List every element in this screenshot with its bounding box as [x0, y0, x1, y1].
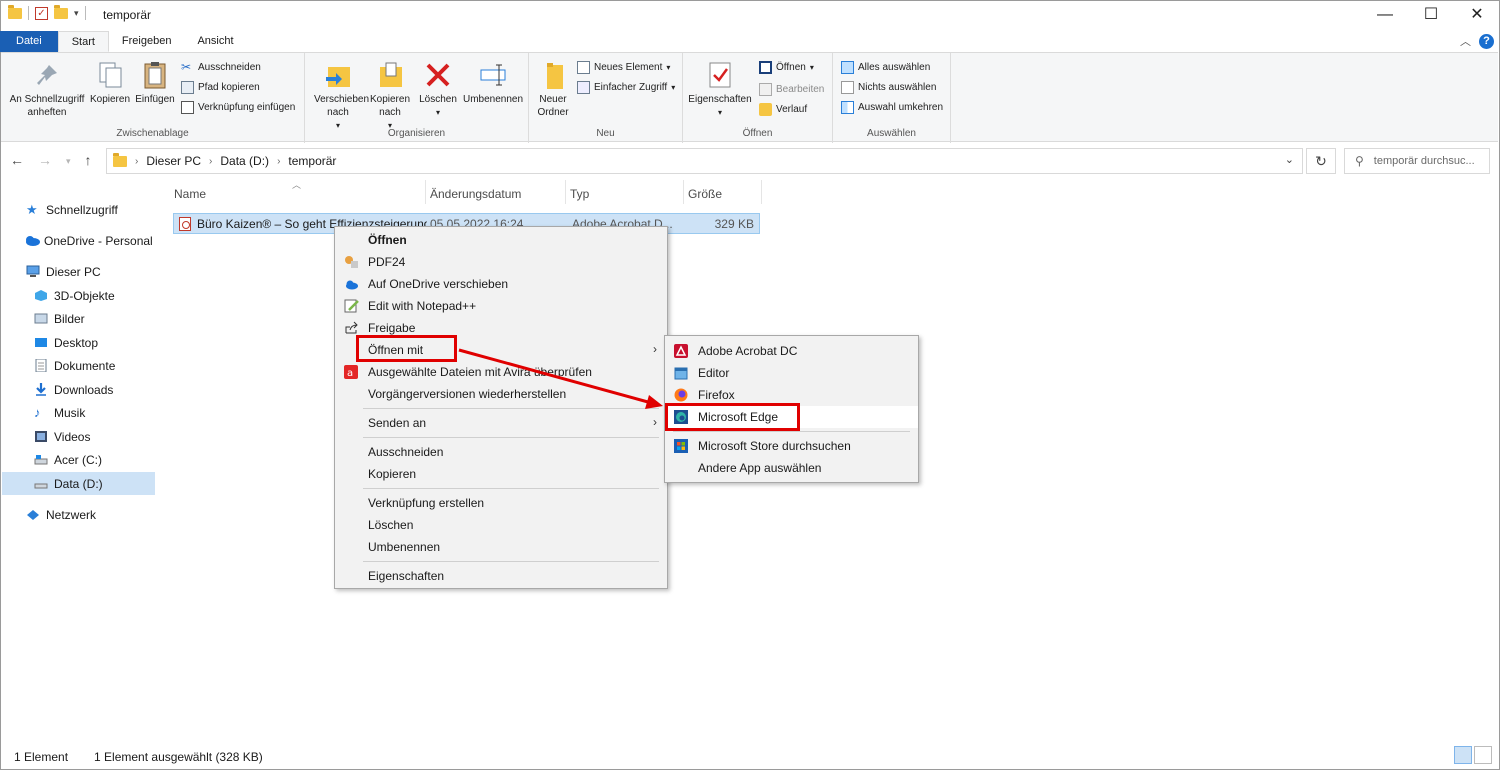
- status-item-count: 1 Element: [14, 750, 69, 764]
- large-icons-view-icon[interactable]: [1474, 746, 1492, 764]
- status-bar: 1 Element 1 Element ausgewählt (328 KB): [14, 750, 263, 764]
- details-view-icon[interactable]: [1454, 746, 1472, 764]
- annotation-arrow: [458, 348, 663, 409]
- status-selected: 1 Element ausgewählt (328 KB): [94, 750, 263, 764]
